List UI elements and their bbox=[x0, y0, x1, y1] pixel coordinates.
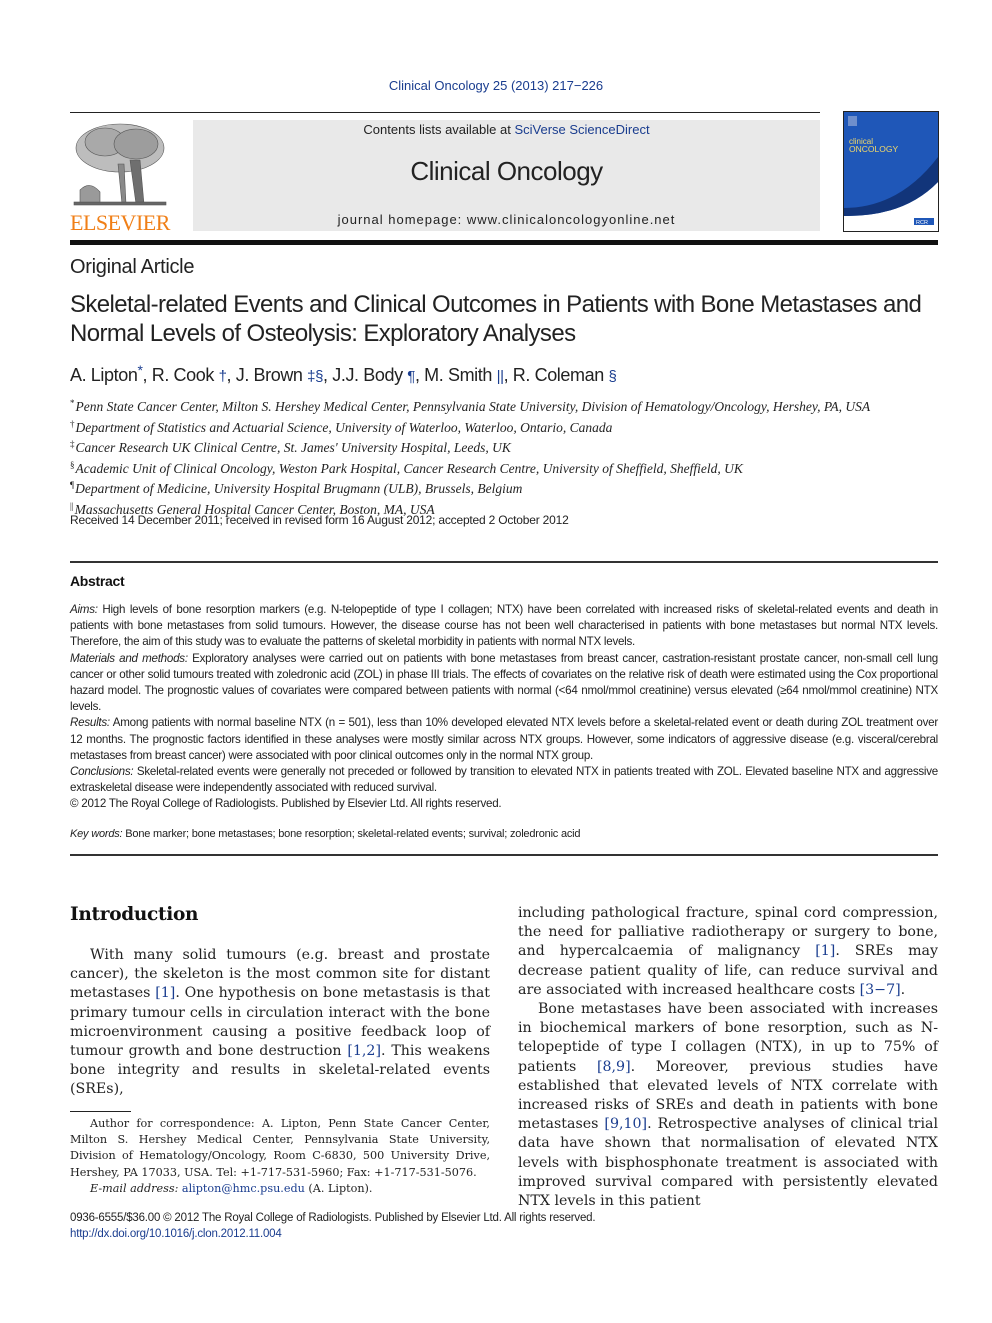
affiliation-mark: ¶ bbox=[70, 480, 75, 490]
author-name[interactable]: J.J. Body bbox=[332, 365, 403, 385]
affiliation-text: Department of Medicine, University Hospi… bbox=[75, 481, 523, 496]
paragraph: With many solid tumours (e.g. breast and… bbox=[70, 946, 490, 1100]
email-label: E-mail address: bbox=[90, 1181, 179, 1195]
affiliation-mark: * bbox=[70, 398, 75, 408]
citation-link[interactable]: [8,9] bbox=[597, 1059, 631, 1075]
keywords-label: Key words: bbox=[70, 828, 123, 840]
author-mark[interactable]: || bbox=[497, 368, 504, 385]
masthead-thick-rule bbox=[70, 240, 938, 245]
section-text: Among patients with normal baseline NTX … bbox=[70, 716, 938, 762]
abstract-aims: Aims: High levels of bone resorption mar… bbox=[70, 602, 938, 651]
author-name[interactable]: J. Brown bbox=[236, 365, 303, 385]
journal-title: Clinical Oncology bbox=[410, 156, 603, 186]
cover-badge: RCR bbox=[916, 220, 928, 226]
citation-link[interactable]: [1] bbox=[815, 943, 835, 959]
affiliation: §Academic Unit of Clinical Oncology, Wes… bbox=[70, 457, 950, 478]
section-label: Results: bbox=[70, 716, 110, 730]
affiliation-mark: † bbox=[70, 418, 75, 429]
author-name[interactable]: A. Lipton bbox=[70, 365, 138, 385]
issn-copyright: 0936-6555/$36.00 © 2012 The Royal Colleg… bbox=[70, 1212, 596, 1224]
author[interactable]: R. Cook † bbox=[152, 365, 227, 385]
email-link[interactable]: alipton@hmc.psu.edu bbox=[182, 1182, 305, 1195]
author-list: A. Lipton*, R. Cook †, J. Brown ‡§, J.J.… bbox=[70, 362, 617, 385]
journal-homepage-link[interactable]: journal homepage: www.clinicaloncologyon… bbox=[193, 212, 820, 227]
affiliation: *Penn State Cancer Center, Milton S. Her… bbox=[70, 395, 950, 416]
header-rule bbox=[70, 112, 820, 113]
footnote-rule bbox=[70, 1111, 131, 1112]
affiliation-list: *Penn State Cancer Center, Milton S. Her… bbox=[70, 395, 950, 518]
doi-link[interactable]: http://dx.doi.org/10.1016/j.clon.2012.11… bbox=[70, 1226, 770, 1242]
article-title: Skeletal-related Events and Clinical Out… bbox=[70, 291, 922, 347]
citation-link[interactable]: [1,2] bbox=[347, 1043, 381, 1059]
elsevier-tree-icon bbox=[73, 123, 167, 206]
section-label: Materials and methods: bbox=[70, 651, 188, 665]
author[interactable]: J.J. Body ¶ bbox=[332, 365, 415, 385]
abstract-body: Aims: High levels of bone resorption mar… bbox=[70, 602, 938, 813]
received-dates: Received 14 December 2011; received in r… bbox=[70, 513, 569, 527]
affiliation: †Department of Statistics and Actuarial … bbox=[70, 416, 950, 437]
keywords: Key words: Bone marker; bone metastases;… bbox=[70, 828, 581, 840]
citation-link[interactable]: [1] bbox=[155, 985, 175, 1001]
affiliation-mark: || bbox=[70, 500, 74, 511]
body-column-left: With many solid tumours (e.g. breast and… bbox=[70, 946, 490, 1100]
page-bottom-info: 0936-6555/$36.00 © 2012 The Royal Colleg… bbox=[70, 1210, 770, 1242]
email-line: E-mail address: alipton@hmc.psu.edu (A. … bbox=[70, 1181, 490, 1197]
text-run: . bbox=[900, 981, 906, 998]
cover-title-line2: ONCOLOGY bbox=[849, 144, 898, 154]
abstract-heading: Abstract bbox=[70, 573, 125, 589]
sciencedirect-link[interactable]: SciVerse ScienceDirect bbox=[514, 122, 649, 137]
author-mark[interactable]: † bbox=[219, 368, 227, 385]
affiliation-text: Cancer Research UK Clinical Centre, St. … bbox=[75, 440, 511, 455]
email-suffix: (A. Lipton). bbox=[304, 1181, 373, 1195]
abstract-results: Results: Among patients with normal base… bbox=[70, 715, 938, 764]
author-mark[interactable]: § bbox=[608, 368, 616, 385]
affiliation-mark: § bbox=[70, 459, 75, 470]
abstract-conclusions: Conclusions: Skeletal-related events wer… bbox=[70, 764, 938, 796]
section-text: Exploratory analyses were carried out on… bbox=[70, 651, 938, 714]
correspondence-address: Author for correspondence: A. Lipton, Pe… bbox=[70, 1117, 490, 1179]
journal-cover-thumbnail[interactable]: clinical ONCOLOGY RCR bbox=[843, 111, 939, 232]
paragraph: Bone metastases have been associated wit… bbox=[518, 1000, 938, 1211]
citation-link[interactable]: [3−7] bbox=[860, 982, 901, 998]
author-name[interactable]: R. Coleman bbox=[513, 365, 604, 385]
author-mark[interactable]: ‡§ bbox=[307, 368, 323, 385]
affiliation: ‡Cancer Research UK Clinical Centre, St.… bbox=[70, 436, 950, 457]
affiliation-text: Department of Statistics and Actuarial S… bbox=[75, 419, 613, 435]
affiliation-mark: ‡ bbox=[70, 439, 75, 449]
elsevier-wordmark: ELSEVIER bbox=[70, 210, 170, 235]
paragraph: including pathological fracture, spinal … bbox=[518, 904, 938, 1000]
abstract-copyright: © 2012 The Royal College of Radiologists… bbox=[70, 797, 502, 811]
keywords-list: Bone marker; bone metastases; bone resor… bbox=[122, 828, 581, 840]
section-label: Aims: bbox=[70, 603, 98, 616]
journal-reference[interactable]: Clinical Oncology 25 (2013) 217−226 bbox=[0, 78, 992, 93]
abstract-bottom-rule bbox=[70, 854, 938, 856]
author[interactable]: R. Coleman § bbox=[513, 365, 617, 385]
section-text: High levels of bone resorption markers (… bbox=[70, 603, 938, 649]
elsevier-logo[interactable]: ELSEVIER bbox=[70, 120, 180, 235]
section-label: Conclusions: bbox=[70, 765, 134, 779]
correspondence-footnote: Author for correspondence: A. Lipton, Pe… bbox=[70, 1116, 490, 1197]
section-heading-introduction: Introduction bbox=[70, 904, 199, 925]
affiliation-text: Academic Unit of Clinical Oncology, West… bbox=[75, 460, 743, 476]
section-text: Skeletal-related events were generally n… bbox=[70, 765, 938, 795]
affiliation: ¶Department of Medicine, University Hosp… bbox=[70, 477, 950, 498]
author-name[interactable]: M. Smith bbox=[424, 365, 492, 385]
abstract-top-rule bbox=[70, 561, 938, 563]
journal-cover-image: clinical ONCOLOGY RCR bbox=[844, 112, 938, 231]
article-type: Original Article bbox=[70, 256, 195, 278]
journal-masthead: Contents lists available at SciVerse Sci… bbox=[193, 120, 820, 231]
author[interactable]: J. Brown ‡§ bbox=[236, 365, 324, 385]
affiliation-text: Penn State Cancer Center, Milton S. Hers… bbox=[75, 399, 871, 414]
body-column-right: including pathological fracture, spinal … bbox=[518, 904, 938, 1211]
contents-prefix: Contents lists available at bbox=[363, 122, 515, 137]
author-mark[interactable]: ¶ bbox=[407, 368, 415, 385]
author[interactable]: A. Lipton* bbox=[70, 362, 143, 385]
author-name[interactable]: R. Cook bbox=[152, 365, 215, 385]
contents-availability: Contents lists available at SciVerse Sci… bbox=[193, 122, 820, 137]
author[interactable]: M. Smith || bbox=[424, 365, 504, 385]
citation-link[interactable]: [9,10] bbox=[604, 1116, 647, 1132]
abstract-methods: Materials and methods: Exploratory analy… bbox=[70, 651, 938, 716]
author-mark[interactable]: * bbox=[137, 362, 142, 378]
